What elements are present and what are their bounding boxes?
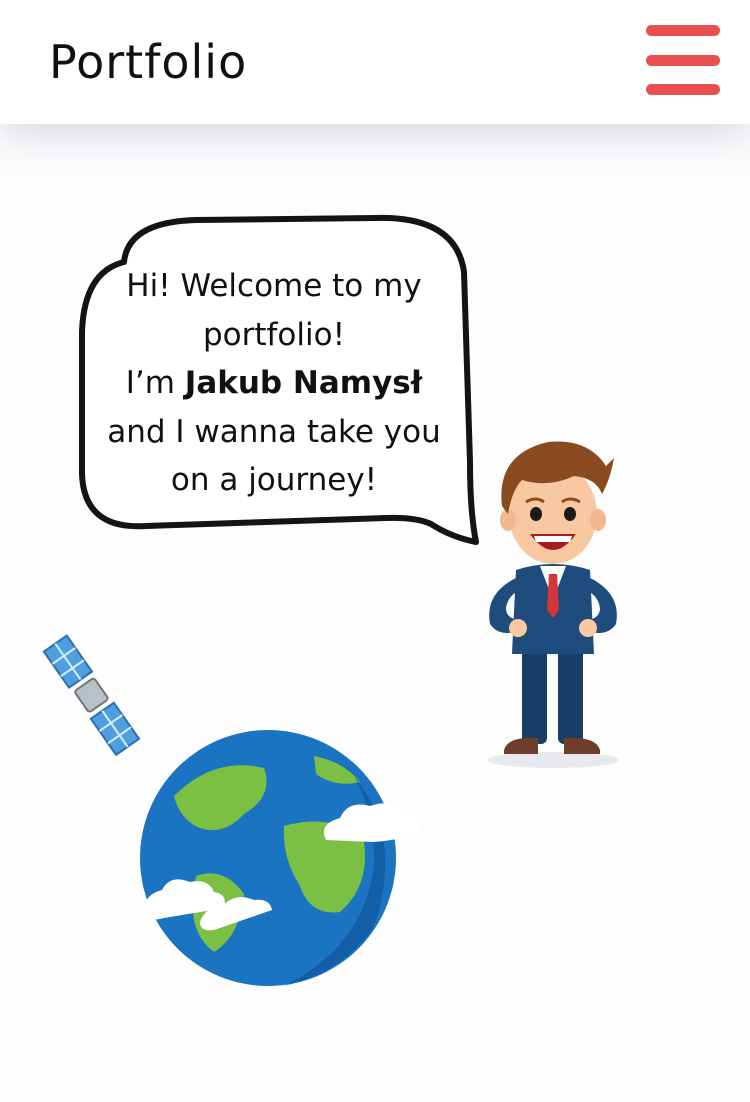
welcome-line-3: I’m Jakub Namysł [86,359,462,408]
menu-bar-bottom [646,84,720,95]
site-title[interactable]: Portfolio [49,30,247,94]
welcome-prefix: I’m [125,365,185,401]
welcome-line-1: Hi! Welcome to my [126,268,422,304]
author-name: Jakub Namysł [184,365,423,401]
menu-bar-middle [646,55,720,66]
welcome-line-4: and I wanna take you [107,413,441,450]
menu-bar-top [646,25,720,36]
earth-globe-illustration [140,730,421,986]
welcome-line-2: portfolio! [202,316,346,353]
hamburger-menu-icon[interactable] [646,22,720,98]
welcome-line-5: on a journey! [170,462,378,498]
welcome-message: Hi! Welcome to my portfolio! I’m Jakub N… [86,262,462,505]
top-nav-bar: Portfolio [0,0,750,124]
cartoon-businessman-illustration [487,441,619,768]
